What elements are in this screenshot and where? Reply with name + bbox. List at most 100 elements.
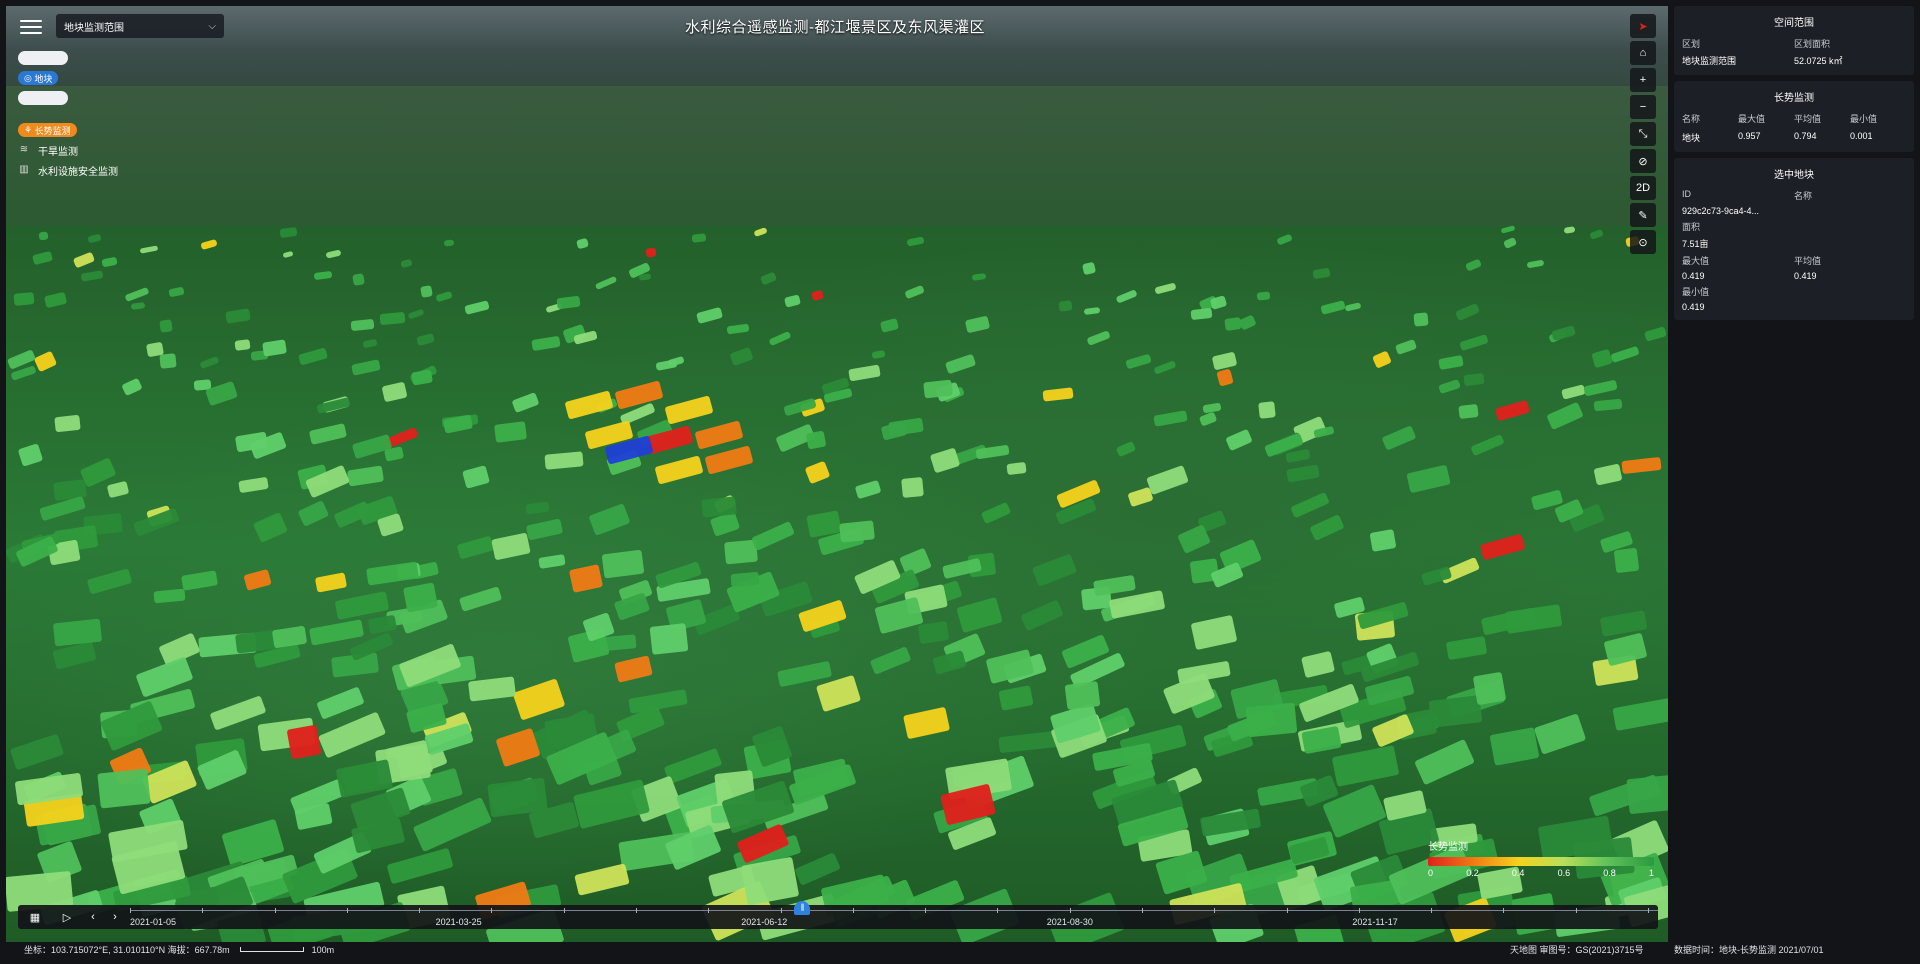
farmland-plot	[1285, 464, 1320, 484]
cell: 0.957	[1738, 131, 1761, 141]
farmland-plot	[1309, 513, 1346, 542]
farmland-plot	[1290, 491, 1331, 519]
highlighted-plot[interactable]	[704, 445, 754, 475]
layer-toggle-3[interactable]	[18, 88, 118, 108]
farmland-plot	[1428, 694, 1482, 727]
farmland-plot	[1108, 590, 1165, 619]
farmland-plot	[400, 258, 414, 269]
scale-label: 100m	[311, 944, 335, 955]
farmland-plot	[10, 733, 65, 771]
layer-pill	[18, 51, 68, 65]
farmland-plot	[124, 287, 150, 303]
farmland-plot	[1344, 302, 1362, 312]
farmland-plot	[726, 323, 749, 335]
farmland-plot	[97, 768, 151, 809]
zoom-out-button[interactable]: −	[1630, 95, 1656, 119]
mode-2d-button[interactable]: 2D	[1630, 176, 1656, 200]
farmland-plot	[1127, 486, 1154, 508]
farmland-plot	[31, 250, 53, 265]
info-panel: 空间范围 区划 区划面积 地块监测范围 52.0725 k㎡ 长势监测 名称 最…	[1674, 6, 1914, 326]
play-icon[interactable]: ▷	[56, 907, 78, 927]
highlighted-plot[interactable]	[614, 380, 664, 410]
region-name: 地块监测范围	[1682, 56, 1737, 66]
layer-item-growth[interactable]: ⚘ 长势监测	[18, 120, 118, 140]
farmland-plot	[794, 852, 841, 886]
fullscreen-icon[interactable]: ⤡	[1630, 122, 1656, 146]
farmland-plot	[639, 273, 652, 281]
farmland-plot	[279, 226, 298, 239]
farmland-plot	[1583, 379, 1619, 397]
eye-off-icon[interactable]: ⊘	[1630, 149, 1656, 173]
scope-select[interactable]: 地块监测范围 ⌵	[56, 14, 224, 38]
farmland-plot	[1593, 399, 1623, 412]
farmland-plot	[1626, 774, 1668, 815]
zoom-in-button[interactable]: +	[1630, 68, 1656, 92]
timeline-tick	[130, 908, 131, 913]
prev-button[interactable]: ‹	[82, 907, 104, 927]
farmland-plot	[511, 391, 540, 414]
farmland-plot	[1211, 351, 1238, 371]
calendar-icon[interactable]: ▦	[24, 907, 46, 927]
farmland-plot	[1588, 229, 1604, 241]
layer-item-facility[interactable]: ▥ 水利设施安全监测	[18, 160, 118, 180]
card-title: 空间范围	[1774, 18, 1814, 29]
farmland-plot	[1115, 441, 1137, 458]
timeline-track[interactable]: 2021-01-05 2021-03-25 2021-06-12 2021-08-30…	[130, 901, 1658, 929]
farmland-plot	[1064, 680, 1101, 710]
farmland-plot	[491, 532, 531, 561]
locate-icon[interactable]: ⊙	[1630, 230, 1656, 254]
farmland-plot	[1042, 387, 1074, 402]
highlighted-plot[interactable]	[654, 455, 704, 485]
field-label: 最小值	[1682, 287, 1710, 297]
growth-legend: 长势监测 0 0.2 0.4 0.6 0.8 1	[1428, 838, 1654, 878]
farmland-plot	[595, 275, 618, 290]
highlighted-plot[interactable]	[664, 395, 714, 425]
farmland-plot	[645, 247, 657, 258]
timeline-date-label: 2021-11-17	[1352, 917, 1398, 927]
farmland-plot	[751, 520, 795, 551]
col-label: 平均值	[1794, 114, 1822, 124]
farmland-plot	[456, 535, 495, 560]
farmland-plot	[420, 284, 434, 298]
farmland-plot	[998, 730, 1059, 754]
farmland-plot	[379, 312, 406, 326]
farmland-plot	[1406, 465, 1451, 494]
timeline-tick	[419, 908, 421, 913]
farmland-plot	[350, 318, 375, 332]
highlighted-plot[interactable]	[564, 390, 614, 420]
field-label: 名称	[1794, 191, 1813, 201]
layer-toggle-1[interactable]	[18, 48, 118, 68]
farmland-plot	[1458, 404, 1479, 420]
farmland-plot	[54, 414, 81, 433]
farmland-plot	[601, 549, 645, 579]
layer-list: ◎ 地块 ⚘ 长势监测 ≋ 干旱监测 ▥ 水利设施安全监测	[18, 48, 118, 180]
hamburger-menu-icon[interactable]	[18, 16, 44, 38]
col-label: 区划	[1682, 39, 1701, 49]
farmland-plots-layer[interactable]	[6, 224, 1668, 942]
farmland-plot	[1082, 261, 1097, 276]
farmland-plot	[871, 350, 887, 360]
next-button[interactable]: ›	[104, 907, 126, 927]
scale-bar	[239, 947, 304, 952]
farmland-plot	[964, 315, 990, 334]
ruler-icon[interactable]: ✎	[1630, 203, 1656, 227]
farmland-plot	[17, 443, 44, 468]
home-icon[interactable]: ⌂	[1630, 41, 1656, 65]
field-label: ID	[1682, 189, 1691, 199]
parcel-min: 0.419	[1682, 302, 1705, 312]
farmland-plot	[381, 381, 408, 403]
farmland-plot	[1125, 353, 1152, 369]
farmland-plot	[729, 346, 755, 366]
farmland-plot	[13, 292, 35, 307]
legend-color-bar	[1428, 857, 1654, 866]
map-viewport[interactable]	[6, 6, 1668, 942]
highlighted-plot[interactable]	[694, 420, 744, 450]
compass-icon[interactable]: ➤	[1630, 14, 1656, 38]
layer-toggle-parcel[interactable]: ◎ 地块	[18, 68, 118, 88]
farmland-plot	[1610, 346, 1640, 364]
col-label: 最小值	[1850, 114, 1878, 124]
timeline-handle[interactable]: ⫼	[794, 901, 811, 915]
layer-item-drought[interactable]: ≋ 干旱监测	[18, 140, 118, 160]
col-label: 区划面积	[1794, 39, 1831, 49]
farmland-plot	[87, 233, 103, 243]
